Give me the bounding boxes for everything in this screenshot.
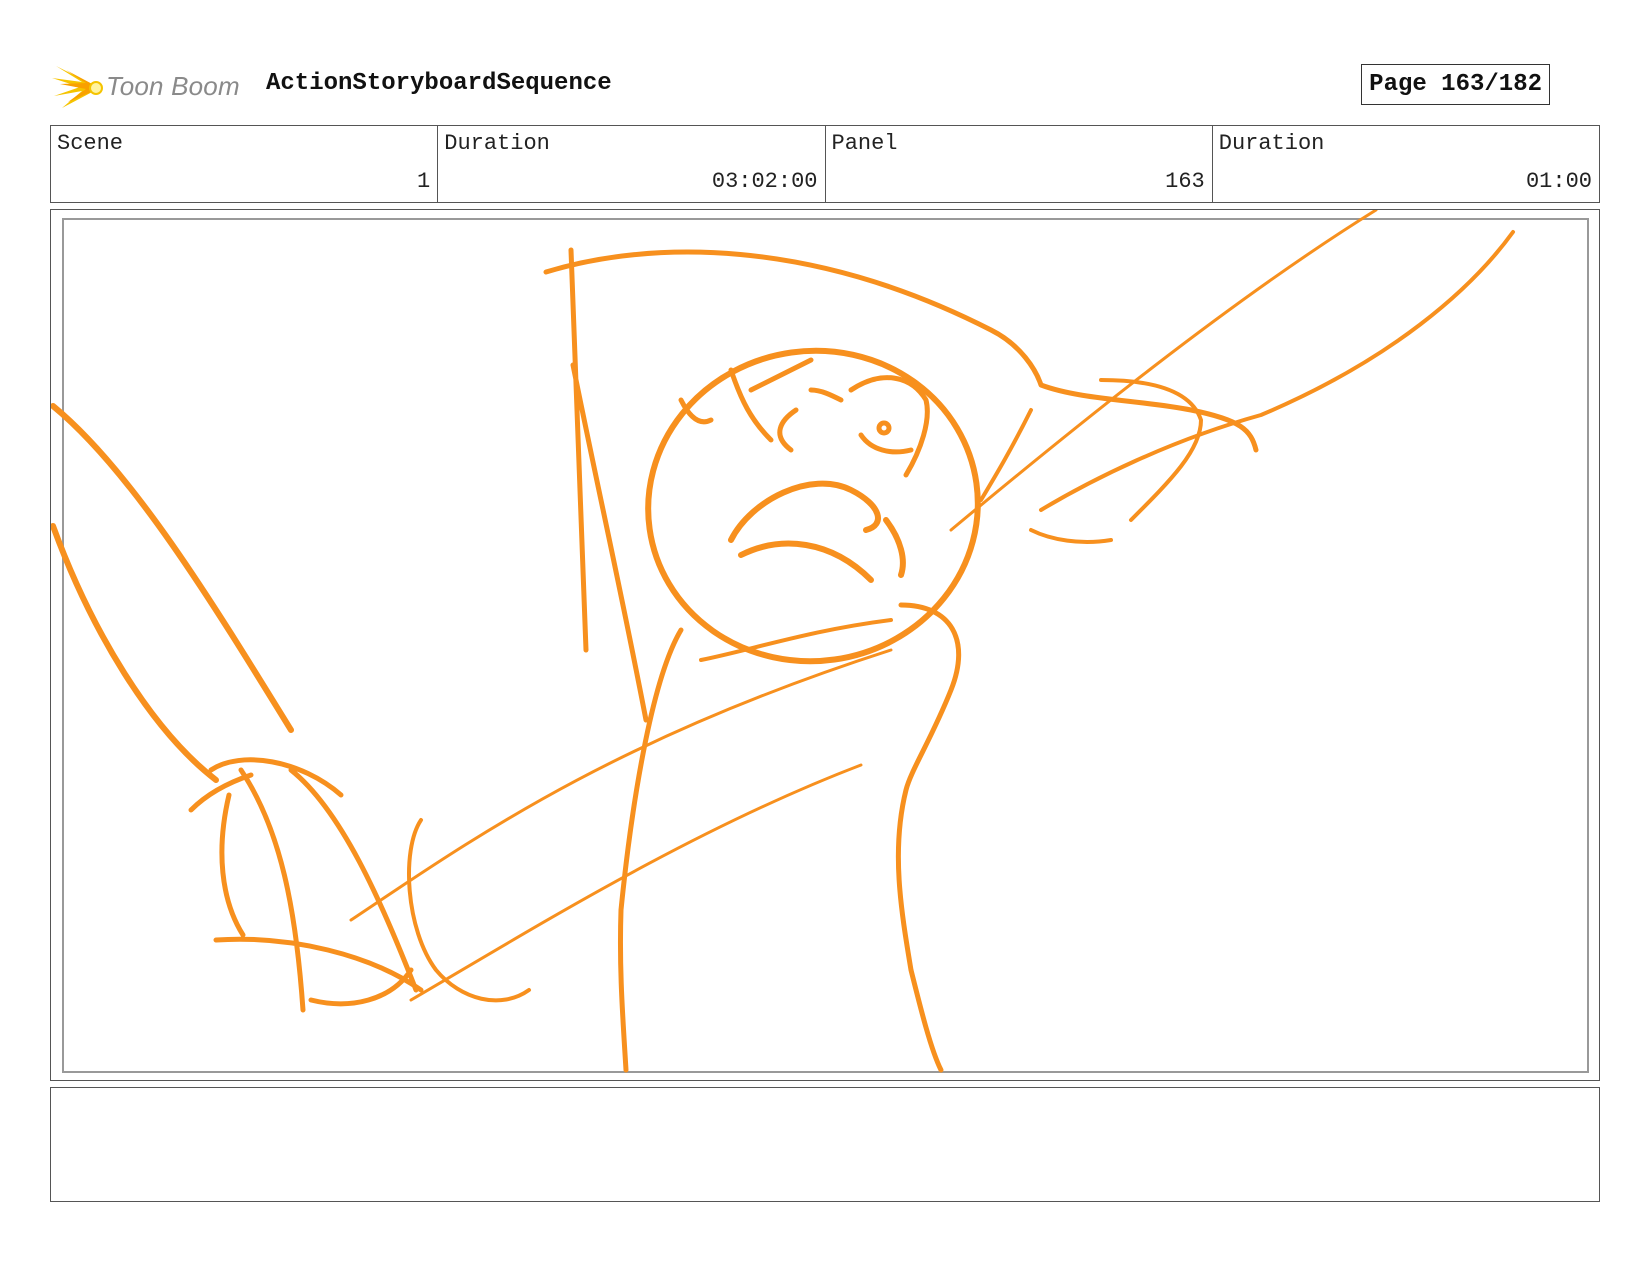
logo-text: Toon Boom (106, 70, 240, 101)
page-header: Toon Boom ActionStoryboardSequence Page … (52, 52, 1602, 112)
sketch-left-arm-lower (51, 523, 219, 783)
sketch-body-right (895, 602, 962, 1073)
sketch-left-arm-upper (51, 403, 294, 733)
page-indicator: Page 163/182 (1361, 64, 1550, 105)
scene-cell: Scene 1 (51, 126, 439, 202)
panel-duration-label: Duration (1218, 131, 1325, 156)
storyboard-panel (50, 209, 1600, 1081)
panel-label: Panel (831, 131, 898, 156)
sequence-title: ActionStoryboardSequence (266, 70, 612, 97)
sketch-right-blade-edge (1039, 230, 1515, 512)
panel-sketch (51, 210, 1515, 1073)
panel-duration-cell: Duration 01:00 (1213, 126, 1599, 202)
scene-duration-value: 03:02:00 (711, 169, 818, 194)
scene-duration-label: Duration (444, 131, 550, 156)
scene-duration-cell: Duration 03:02:00 (438, 126, 826, 202)
scene-value: 1 (417, 169, 431, 194)
sketch-brow-marks (678, 357, 844, 453)
panel-info-table: Scene 1 Duration 03:02:00 Panel 163 Dura… (50, 125, 1600, 203)
panel-cell: Panel 163 (826, 126, 1213, 202)
scene-label: Scene (57, 131, 124, 156)
toon-boom-logo: Toon Boom (52, 60, 240, 112)
sketch-right-blade (949, 210, 1378, 532)
sketch-head (645, 347, 981, 665)
sketch-left-hand (188, 757, 424, 1013)
panel-notes (50, 1087, 1600, 1202)
sketch-mouth (728, 480, 906, 583)
panel-duration-value: 01:00 (1525, 169, 1592, 194)
sketch-pupil (876, 420, 892, 436)
starburst-icon (52, 66, 103, 108)
sketch-blade-tip (407, 818, 531, 1003)
panel-value: 163 (1165, 169, 1205, 194)
